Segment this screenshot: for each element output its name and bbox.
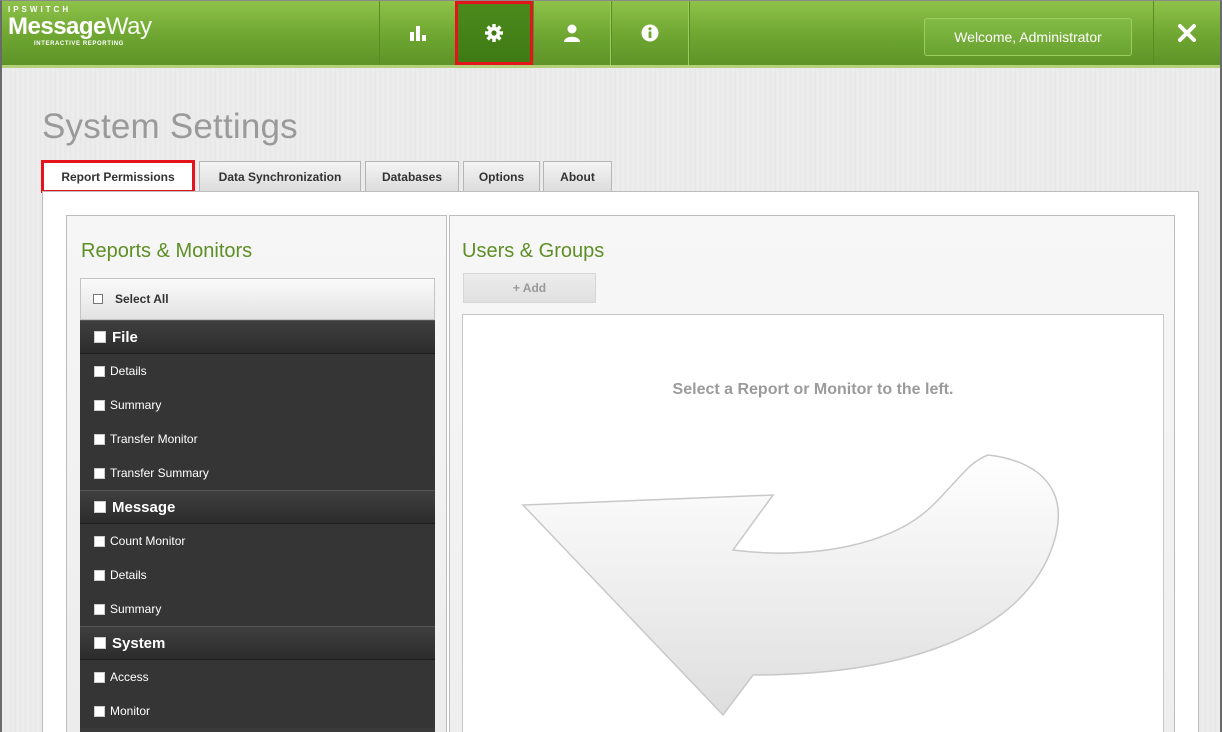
add-user-button[interactable]: + Add — [463, 273, 596, 303]
users-groups-list: Select a Report or Monitor to the left. — [462, 314, 1164, 732]
nav-divider — [689, 1, 690, 65]
user-icon — [564, 24, 580, 42]
tree-item-message-summary[interactable]: Summary — [80, 592, 435, 626]
users-groups-title: Users & Groups — [462, 240, 605, 262]
app-window: IPSWITCH MessageWay INTERACTIVE REPORTIN… — [0, 0, 1222, 732]
checkbox-icon — [93, 294, 103, 304]
close-button[interactable] — [1153, 1, 1220, 65]
checkbox-icon[interactable] — [94, 365, 105, 377]
page-title: System Settings — [42, 107, 298, 146]
info-icon — [641, 24, 659, 42]
checkbox-icon[interactable] — [94, 399, 105, 411]
tree-item-system-access[interactable]: Access — [80, 660, 435, 694]
tree-item-label: Count Monitor — [110, 534, 186, 548]
gear-icon — [485, 24, 503, 42]
checkbox-icon[interactable] — [94, 603, 105, 615]
tree-item-file-transfer-summary[interactable]: Transfer Summary — [80, 456, 435, 490]
top-navigation-bar: IPSWITCH MessageWay INTERACTIVE REPORTIN… — [2, 1, 1220, 68]
checkbox-icon[interactable] — [94, 331, 106, 343]
tree-item-label: Details — [110, 568, 147, 582]
tree-item-file-summary[interactable]: Summary — [80, 388, 435, 422]
checkbox-icon[interactable] — [94, 467, 105, 479]
reports-tree: File Details Summary Transfer Monitor Tr… — [80, 320, 435, 732]
group-label: File — [112, 328, 138, 346]
checkbox-icon[interactable] — [94, 501, 106, 513]
nav-settings-button[interactable] — [455, 1, 533, 65]
bar-chart-icon — [410, 26, 426, 41]
tab-databases[interactable]: Databases — [365, 161, 459, 191]
tree-item-system-monitor[interactable]: Monitor — [80, 694, 435, 728]
checkbox-icon[interactable] — [94, 705, 105, 717]
tree-item-file-transfer-monitor[interactable]: Transfer Monitor — [80, 422, 435, 456]
tree-item-label: Transfer Monitor — [110, 432, 198, 446]
tree-item-label: Summary — [110, 398, 162, 412]
group-message[interactable]: Message — [80, 490, 435, 524]
curved-arrow-icon — [521, 454, 1059, 717]
logo-product-bold: Message — [8, 13, 106, 40]
tab-report-permissions[interactable]: Report Permissions — [41, 160, 195, 193]
group-label: Message — [112, 498, 176, 516]
checkbox-icon[interactable] — [94, 637, 106, 649]
logo-tagline: INTERACTIVE REPORTING — [34, 41, 124, 47]
tree-item-file-details[interactable]: Details — [80, 354, 435, 388]
select-all-label: Select All — [115, 292, 169, 306]
users-groups-panel: Users & Groups + Add Select a Report or … — [449, 215, 1175, 732]
nav-users-button[interactable] — [533, 1, 611, 65]
checkbox-icon[interactable] — [94, 671, 105, 683]
tab-about[interactable]: About — [543, 161, 612, 191]
close-icon — [1178, 24, 1196, 42]
tree-item-label: Monitor — [110, 704, 151, 718]
tree-item-label: Summary — [110, 602, 162, 616]
welcome-button[interactable]: Welcome, Administrator — [924, 18, 1132, 56]
tree-item-message-count-monitor[interactable]: Count Monitor — [80, 524, 435, 558]
reports-monitors-title: Reports & Monitors — [81, 240, 253, 262]
nav-info-button[interactable] — [611, 1, 689, 65]
nav-reports-button[interactable] — [379, 1, 457, 65]
messageway-logo: IPSWITCH MessageWay INTERACTIVE REPORTIN… — [8, 5, 152, 48]
logo-product-thin: Way — [105, 13, 152, 40]
checkbox-icon[interactable] — [94, 535, 105, 547]
tree-item-message-details[interactable]: Details — [80, 558, 435, 592]
tree-item-label: Access — [110, 670, 149, 684]
tab-data-synchronization[interactable]: Data Synchronization — [199, 161, 361, 191]
select-all-checkbox[interactable]: Select All — [80, 278, 435, 320]
tab-options[interactable]: Options — [463, 161, 540, 191]
tree-item-label: Transfer Summary — [110, 466, 209, 480]
group-label: System — [112, 634, 166, 652]
reports-monitors-panel: Reports & Monitors Select All File Detai… — [66, 215, 447, 732]
logo-product: MessageWay — [8, 14, 152, 40]
checkbox-icon[interactable] — [94, 569, 105, 581]
checkbox-icon[interactable] — [94, 433, 105, 445]
group-file[interactable]: File — [80, 320, 435, 354]
empty-state-message: Select a Report or Monitor to the left. — [672, 381, 954, 398]
group-system[interactable]: System — [80, 626, 435, 660]
tree-item-label: Details — [110, 364, 147, 378]
